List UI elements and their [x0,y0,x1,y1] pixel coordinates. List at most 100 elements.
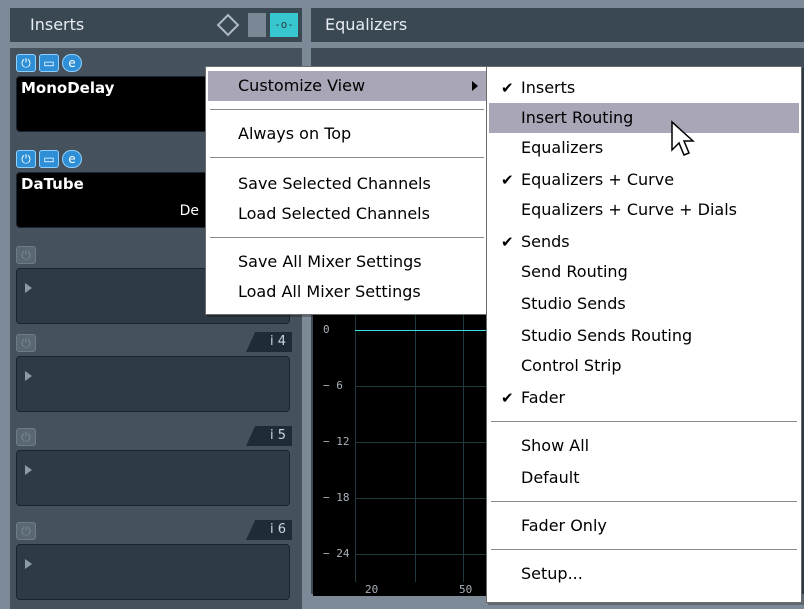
slot-index-tab: i 4 [246,332,292,352]
insert-slot-4: ⏻ i 4 [16,332,300,412]
bypass-icon[interactable]: ▭ [39,54,59,72]
expand-arrow-icon[interactable] [25,371,32,381]
submenu-item-default[interactable]: Default [489,463,799,493]
insert-slot-box[interactable] [16,450,290,506]
edit-icon[interactable]: e [62,54,82,72]
power-icon[interactable]: ⏻ [16,54,36,72]
menu-item-load-selected-channels[interactable]: Load Selected Channels [208,199,486,229]
expand-arrow-icon[interactable] [25,465,32,475]
menu-item-label: Show All [521,436,590,455]
eq-curve [355,330,489,331]
submenu-item-fader[interactable]: ✔ Fader [489,383,799,413]
grid-line [355,498,489,499]
menu-separator [491,549,797,550]
power-icon[interactable]: ⏻ [16,428,36,446]
check-icon: ✔ [501,171,514,189]
menu-item-label: Save All Mixer Settings [238,252,422,271]
submenu-item-equalizers-curve-dials[interactable]: Equalizers + Curve + Dials [489,195,799,225]
insert-slot-5: ⏻ i 5 [16,426,300,506]
menu-item-label: Fader Only [521,516,607,535]
submenu-item-sends[interactable]: ✔ Sends [489,227,799,257]
insert-slot-box[interactable] [16,356,290,412]
submenu-item-studio-sends-routing[interactable]: Studio Sends Routing [489,321,799,351]
menu-item-label: Load Selected Channels [238,204,430,223]
menu-separator [210,157,484,158]
y-tick-label: 0 [323,323,330,336]
menu-item-label: Save Selected Channels [238,174,431,193]
menu-item-label: Sends [521,232,570,251]
submenu-item-control-strip[interactable]: Control Strip [489,351,799,381]
routing-icon[interactable]: -o- [270,13,298,37]
plugin-preset: De [179,203,199,219]
grid-line [355,442,489,443]
plugin-name: DaTube [21,175,84,193]
power-icon[interactable]: ⏻ [16,246,36,264]
submenu-item-fader-only[interactable]: Fader Only [489,511,799,541]
submenu-arrow-icon [472,81,478,91]
eq-curve-graph[interactable]: 0 − 6 − 12 − 18 − 24 20 50 [313,306,489,596]
check-icon: ✔ [501,233,514,251]
menu-item-label: Fader [521,388,566,407]
x-tick-label: 20 [365,583,379,596]
power-icon[interactable]: ⏻ [16,522,36,540]
y-tick-label: − 6 [323,379,343,392]
menu-item-save-selected-channels[interactable]: Save Selected Channels [208,169,486,199]
equalizers-title: Equalizers [325,15,408,34]
slot-index-tab: i 6 [246,520,292,540]
equalizers-header: Equalizers [311,8,804,42]
menu-item-load-all-mixer-settings[interactable]: Load All Mixer Settings [208,277,486,307]
menu-separator [210,109,484,110]
menu-item-label: Setup... [521,564,583,583]
menu-item-customize-view[interactable]: Customize View [208,71,486,101]
menu-item-label: Inserts [521,78,576,97]
menu-item-label: Send Routing [521,262,628,281]
x-tick-label: 50 [459,583,473,596]
submenu-item-equalizers[interactable]: Equalizers [489,133,799,163]
menu-separator [491,501,797,502]
inserts-title: Inserts [30,15,85,34]
menu-item-label: Always on Top [238,124,352,143]
expand-arrow-icon[interactable] [25,283,32,293]
submenu-item-inserts[interactable]: ✔ Inserts [489,73,799,103]
menu-item-save-all-mixer-settings[interactable]: Save All Mixer Settings [208,247,486,277]
power-icon[interactable]: ⏻ [16,334,36,352]
grid-line [355,386,489,387]
plugin-name: MonoDelay [21,79,115,97]
submenu-item-equalizers-curve[interactable]: ✔ Equalizers + Curve [489,165,799,195]
menu-item-label: Studio Sends Routing [521,326,693,345]
menu-item-label: Equalizers + Curve + Dials [521,200,737,219]
submenu-item-setup[interactable]: Setup... [489,559,799,589]
menu-item-label: Equalizers + Curve [521,170,675,189]
menu-separator [491,421,797,422]
grid-line [355,306,356,582]
y-tick-label: − 12 [323,435,350,448]
diamond-icon[interactable] [216,13,240,37]
menu-item-always-on-top[interactable]: Always on Top [208,119,486,149]
submenu-item-insert-routing[interactable]: Insert Routing [489,103,799,133]
submenu-item-send-routing[interactable]: Send Routing [489,257,799,287]
edit-icon[interactable]: e [62,150,82,168]
insert-slot-6: ⏻ i 6 [16,520,300,600]
menu-item-label: Control Strip [521,356,622,375]
menu-item-label: Load All Mixer Settings [238,282,421,301]
insert-slot-box[interactable] [16,544,290,600]
check-icon: ✔ [501,389,514,407]
submenu-item-show-all[interactable]: Show All [489,431,799,461]
mixer-context-menu: Customize View Always on Top Save Select… [205,66,489,315]
bypass-icon[interactable]: ▭ [39,150,59,168]
power-icon[interactable]: ⏻ [16,150,36,168]
slot-index-tab: i 5 [246,426,292,446]
grid-line [463,306,464,582]
menu-item-label: Studio Sends [521,294,626,313]
menu-item-label: Insert Routing [521,108,634,127]
menu-separator [210,237,484,238]
expand-arrow-icon[interactable] [25,559,32,569]
submenu-item-studio-sends[interactable]: Studio Sends [489,289,799,319]
y-tick-label: − 24 [323,547,350,560]
y-tick-label: − 18 [323,491,350,504]
grey-toggle-button[interactable] [248,13,266,37]
grid-line [415,306,416,582]
menu-item-label: Equalizers [521,138,604,157]
menu-item-label: Default [521,468,580,487]
menu-item-label: Customize View [238,76,366,95]
